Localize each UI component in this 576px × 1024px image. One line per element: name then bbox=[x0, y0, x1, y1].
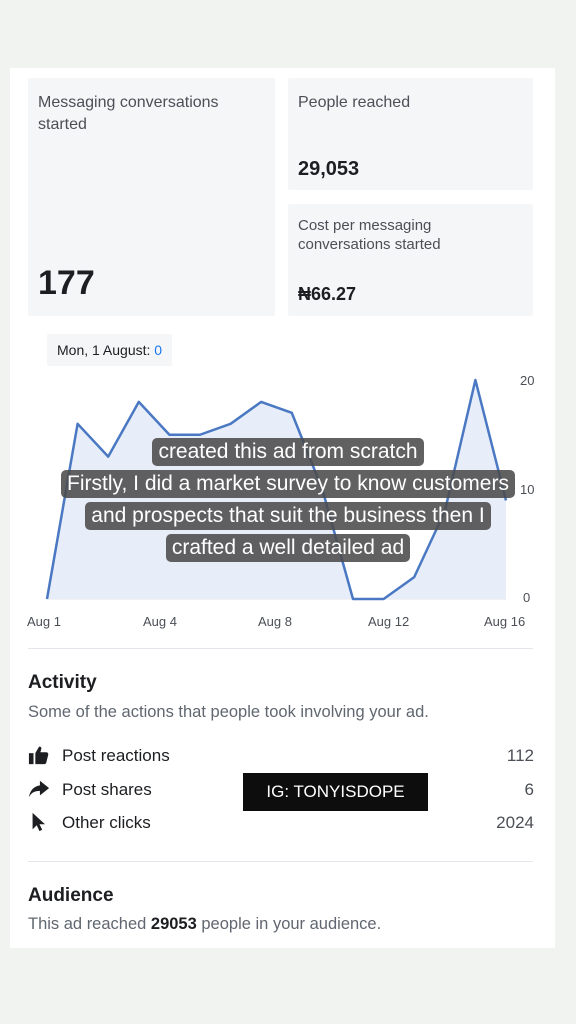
y-tick-label: 20 bbox=[520, 373, 535, 388]
activity-value: 112 bbox=[506, 746, 534, 765]
activity-label: Other clicks bbox=[62, 813, 151, 832]
x-tick-label: Aug 16 bbox=[484, 614, 526, 629]
activity-subtitle: Some of the actions that people took inv… bbox=[28, 703, 429, 721]
instagram-watermark: IG: TONYISDOPE bbox=[243, 773, 428, 811]
x-tick-label: Aug 8 bbox=[258, 614, 292, 629]
y-tick-label: 0 bbox=[523, 590, 531, 605]
data-point[interactable] bbox=[167, 433, 171, 437]
activity-value: 2024 bbox=[496, 813, 534, 832]
divider bbox=[28, 861, 533, 862]
data-point[interactable] bbox=[473, 378, 477, 382]
activity-label: Post shares bbox=[62, 780, 152, 799]
caption-line: Firstly, I did a market survey to know c… bbox=[0, 470, 576, 502]
caption-text: crafted a well detailed ad bbox=[165, 534, 411, 562]
audience-count: 29053 bbox=[150, 915, 197, 933]
audience-title: Audience bbox=[28, 885, 114, 906]
story-caption-overlay: created this ad from scratch Firstly, I … bbox=[0, 438, 576, 566]
caption-text: created this ad from scratch bbox=[152, 438, 424, 466]
divider bbox=[28, 648, 533, 649]
caption-text: and prospects that suit the business the… bbox=[85, 502, 491, 530]
data-point[interactable] bbox=[45, 597, 49, 601]
x-tick-label: Aug 1 bbox=[27, 614, 61, 629]
x-tick-label: Aug 4 bbox=[143, 614, 177, 629]
thumbs-up-icon bbox=[28, 746, 49, 765]
data-point[interactable] bbox=[198, 433, 202, 437]
audience-suffix: people in your audience. bbox=[196, 915, 382, 933]
caption-line: created this ad from scratch bbox=[0, 438, 576, 470]
cursor-icon bbox=[32, 812, 45, 832]
share-arrow-icon bbox=[28, 780, 50, 798]
data-point[interactable] bbox=[412, 575, 416, 579]
activity-row-other-clicks[interactable]: Other clicks 2024 bbox=[28, 811, 534, 835]
caption-line: and prospects that suit the business the… bbox=[0, 502, 576, 534]
data-point[interactable] bbox=[229, 422, 233, 426]
x-tick-label: Aug 12 bbox=[368, 614, 410, 629]
activity-title: Activity bbox=[28, 672, 97, 693]
data-point[interactable] bbox=[351, 597, 355, 601]
activity-value: 6 bbox=[524, 780, 534, 799]
caption-line: crafted a well detailed ad bbox=[0, 534, 576, 566]
data-point[interactable] bbox=[382, 597, 386, 601]
activity-row-post-reactions[interactable]: Post reactions 112 bbox=[28, 744, 534, 768]
audience-summary: This ad reached 29053 people in your aud… bbox=[28, 915, 381, 934]
activity-label: Post reactions bbox=[62, 746, 170, 765]
data-point[interactable] bbox=[76, 422, 80, 426]
data-point[interactable] bbox=[290, 411, 294, 415]
audience-prefix: This ad reached bbox=[28, 915, 151, 933]
caption-text: Firstly, I did a market survey to know c… bbox=[61, 470, 515, 498]
data-point[interactable] bbox=[259, 400, 263, 404]
data-point[interactable] bbox=[137, 400, 141, 404]
